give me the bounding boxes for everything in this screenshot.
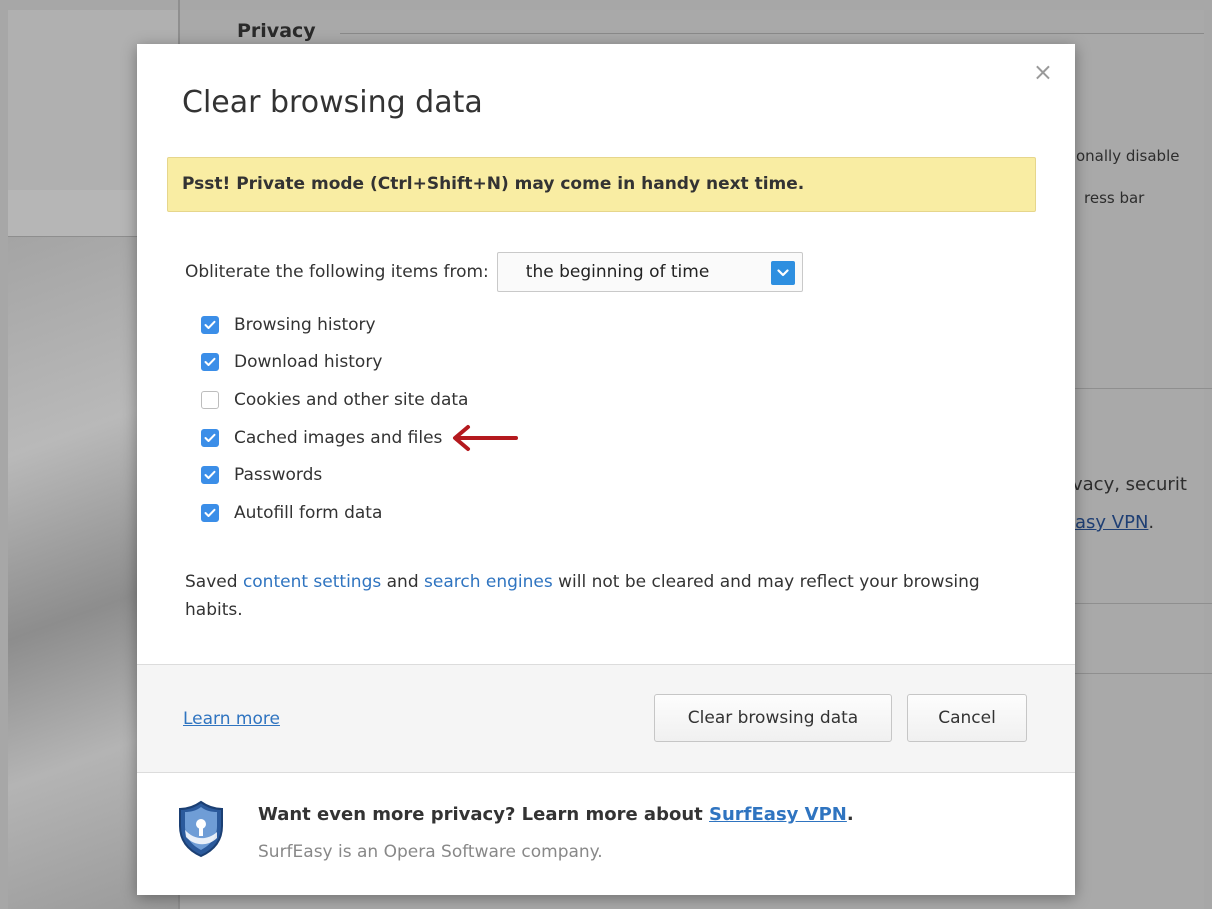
chevron-down-icon[interactable] <box>770 261 795 285</box>
checkbox-label: Cached images and files <box>234 427 443 448</box>
private-mode-notice: Psst! Private mode (Ctrl+Shift+N) may co… <box>167 157 1036 212</box>
background-separator-3 <box>1074 673 1212 674</box>
surfeasy-vpn-link[interactable]: SurfEasy VPN <box>709 804 847 825</box>
background-text-4: asy VPN. <box>1075 512 1154 533</box>
checkbox-item-cached-images[interactable]: Cached images and files <box>201 419 519 457</box>
background-separator-2 <box>1074 603 1212 604</box>
checkbox-item-passwords[interactable]: Passwords <box>201 456 518 494</box>
checkbox[interactable] <box>201 503 219 522</box>
settings-note: Saved content settings and search engine… <box>185 568 1025 624</box>
checkbox[interactable] <box>201 315 219 334</box>
promo-headline: Want even more privacy? Learn more about… <box>258 804 854 825</box>
note-prefix: Saved <box>185 572 243 592</box>
checkmark-icon <box>204 358 216 367</box>
background-separator-1 <box>1074 388 1212 389</box>
promo-headline-end: . <box>846 804 854 825</box>
note-middle: and <box>381 572 425 592</box>
checkbox[interactable] <box>201 353 219 372</box>
background-text-1: onally disable <box>1076 147 1180 165</box>
background-vpn-link: asy VPN <box>1075 512 1149 533</box>
checkmark-icon <box>204 508 216 517</box>
time-period-value: the beginning of time <box>525 262 710 282</box>
vpn-promo: Want even more privacy? Learn more about… <box>137 772 1075 895</box>
red-arrow-icon <box>453 424 519 451</box>
clear-browsing-data-dialog: × Clear browsing data Psst! Private mode… <box>137 44 1075 895</box>
checkbox-label: Passwords <box>234 465 323 486</box>
background-section-title: Privacy <box>237 20 316 42</box>
checkbox-label: Autofill form data <box>234 502 383 523</box>
time-period-label: Obliterate the following items from: <box>185 262 489 282</box>
checkbox-item-download-history[interactable]: Download history <box>201 344 518 382</box>
time-period-row: Obliterate the following items from: the… <box>185 252 803 292</box>
close-icon[interactable]: × <box>1033 60 1053 84</box>
checkbox-item-cookies[interactable]: Cookies and other site data <box>201 381 518 419</box>
checkmark-icon <box>204 433 216 442</box>
background-title-line <box>340 33 1204 34</box>
checkmark-icon <box>204 320 216 329</box>
content-settings-link[interactable]: content settings <box>243 572 381 592</box>
cancel-button[interactable]: Cancel <box>907 694 1027 742</box>
background-text-3: vacy, securit <box>1072 474 1187 495</box>
checkbox-item-autofill[interactable]: Autofill form data <box>201 494 518 532</box>
background-text-2: ress bar <box>1084 189 1145 207</box>
checkbox-label: Cookies and other site data <box>234 389 469 410</box>
clear-browsing-data-button[interactable]: Clear browsing data <box>654 694 892 742</box>
checkbox[interactable] <box>201 390 219 409</box>
search-engines-link[interactable]: search engines <box>424 572 553 592</box>
shield-icon <box>179 800 223 858</box>
promo-headline-text: Want even more privacy? Learn more about <box>258 804 710 825</box>
checkbox[interactable] <box>201 466 219 485</box>
checkbox-item-browsing-history[interactable]: Browsing history <box>201 306 518 344</box>
checkmark-icon <box>204 470 216 480</box>
dialog-footer: Learn more Clear browsing data Cancel <box>137 664 1075 773</box>
time-period-select[interactable]: the beginning of time <box>496 252 803 292</box>
checkbox-label: Download history <box>234 352 383 373</box>
dialog-title: Clear browsing data <box>182 85 483 120</box>
checkbox[interactable] <box>201 428 219 447</box>
promo-subtitle: SurfEasy is an Opera Software company. <box>258 842 603 862</box>
learn-more-link[interactable]: Learn more <box>183 709 280 729</box>
background-text-4-tail: . <box>1148 512 1155 533</box>
checkbox-label: Browsing history <box>234 314 376 335</box>
data-items-list: Browsing history Download history Cookie… <box>201 306 519 532</box>
